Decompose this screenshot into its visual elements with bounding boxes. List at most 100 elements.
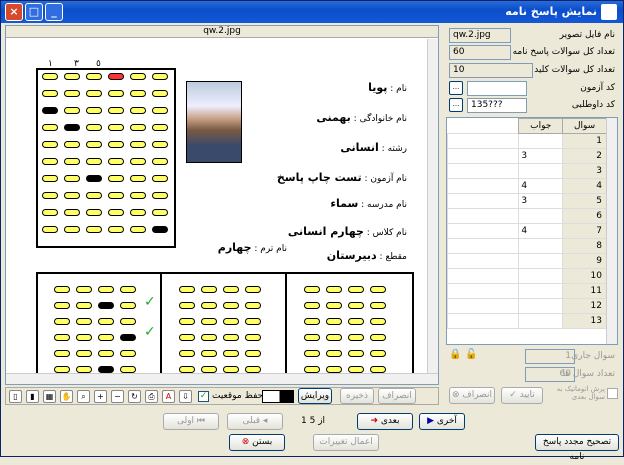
new-page-icon[interactable]: ▯ — [9, 390, 22, 403]
close-button[interactable]: × — [5, 3, 23, 21]
grid-row[interactable]: 8 — [447, 238, 607, 254]
answers-grid[interactable]: جواب سوال 1 3 2 3 4 4 3 5 6 4 7 8 9 10 11 12 13 — [446, 117, 618, 345]
hand-tool-icon[interactable]: ✋ — [60, 390, 73, 403]
grid-row[interactable]: 13 — [447, 313, 607, 329]
zoom-fit-icon[interactable]: ⌕ — [77, 390, 90, 403]
student-code-browse-button[interactable]: ... — [449, 98, 463, 112]
cancel-answer-button[interactable]: ⊗ انصراف — [449, 387, 495, 404]
grid-question-cell: 11 — [562, 283, 607, 299]
color-swatch[interactable] — [262, 390, 294, 403]
grid-row[interactable]: 6 — [447, 208, 607, 224]
grid-row[interactable]: 11 — [447, 283, 607, 299]
grid-answer-cell[interactable]: 4 — [518, 223, 564, 239]
code-bubble — [42, 107, 58, 114]
total-questions-input[interactable]: 60 — [449, 45, 511, 60]
answer-bubble — [245, 366, 261, 373]
unlock-icon[interactable]: 🔓 — [465, 349, 477, 361]
grid-question-cell: 10 — [562, 268, 607, 284]
auto-next-checkbox[interactable] — [607, 388, 618, 399]
grid-question-cell: 6 — [562, 208, 607, 224]
last-label: آخری — [436, 416, 457, 426]
grid-answer-cell[interactable] — [518, 163, 564, 179]
answer-bubble — [348, 286, 364, 293]
grid-answer-cell[interactable] — [518, 313, 564, 329]
grid-row[interactable]: 10 — [447, 268, 607, 284]
fit-page-icon[interactable]: ▮ — [26, 390, 39, 403]
code-bubble — [64, 192, 80, 199]
keep-position-checkbox[interactable]: ✓ — [198, 391, 209, 402]
answer-bubble — [76, 366, 92, 373]
zoom-out-icon[interactable]: − — [111, 390, 124, 403]
confirm-label: تایید — [519, 390, 535, 400]
grid-icon[interactable]: ▦ — [43, 390, 56, 403]
grid-blank-cell — [447, 163, 520, 179]
next-arrow-icon: ➜ — [370, 416, 379, 426]
first-button[interactable]: اولی ⏮ — [163, 413, 219, 430]
grid-row[interactable]: 3 — [447, 163, 607, 179]
edit-button[interactable]: ویرایش — [298, 388, 332, 404]
student-code-input[interactable]: 135??? — [467, 98, 527, 113]
pdf-icon[interactable]: A — [162, 390, 175, 403]
grid-row[interactable]: 47 — [447, 223, 607, 239]
lock-icon[interactable]: 🔒 — [449, 349, 461, 361]
answer-bubble — [201, 318, 217, 325]
grid-row[interactable]: 32 — [447, 148, 607, 164]
grid-answer-cell[interactable]: 3 — [518, 193, 564, 209]
grid-blank-cell — [447, 223, 520, 239]
grid-answer-cell[interactable] — [518, 133, 564, 149]
last-button[interactable]: ▶ آخری — [419, 413, 465, 430]
apply-changes-button[interactable]: اعمال تغییرات — [313, 434, 379, 451]
close-circle-icon: ⊗ — [241, 437, 250, 447]
answer-bubble — [120, 366, 136, 373]
answer-bubble — [54, 302, 70, 309]
grid-answer-cell[interactable] — [518, 268, 564, 284]
current-question-input[interactable]: 1 — [525, 349, 575, 364]
grid-answer-cell[interactable]: 3 — [518, 148, 564, 164]
image-viewer[interactable]: qw.2.jpg ١ ٣ ٥ نام : پویا نام خانوادگی :… — [5, 25, 439, 385]
minimize-button[interactable]: _ — [45, 3, 63, 21]
save-button[interactable]: ذخیره — [340, 388, 374, 404]
grid-scrollbar[interactable] — [606, 118, 617, 344]
cancel-answer-label: انصراف — [462, 390, 492, 400]
grid-row[interactable]: 35 — [447, 193, 607, 209]
grid-row[interactable]: 44 — [447, 178, 607, 194]
answer-bubble — [223, 366, 239, 373]
rescan-button[interactable]: تصحیح مجدد پاسخ نامه — [535, 434, 619, 462]
grid-answer-cell[interactable] — [518, 253, 564, 269]
key-questions-input[interactable]: 10 — [449, 63, 533, 78]
export-icon[interactable]: ⇩ — [179, 390, 192, 403]
zoom-in-icon[interactable]: + — [94, 390, 107, 403]
grid-answer-cell[interactable] — [518, 283, 564, 299]
answer-bubble — [98, 350, 114, 357]
image-vertical-scrollbar[interactable] — [427, 39, 438, 374]
grid-answer-cell[interactable]: 4 — [518, 178, 564, 194]
maximize-button[interactable]: □ — [25, 3, 43, 21]
grid-row[interactable]: 9 — [447, 253, 607, 269]
next-label: بعدی — [380, 416, 400, 426]
grid-row[interactable]: 12 — [447, 298, 607, 314]
grid-question-cell: 3 — [562, 163, 607, 179]
rotate-icon[interactable]: ↻ — [128, 390, 141, 403]
next-button[interactable]: ➜ بعدی — [357, 413, 413, 430]
answers-divider-2 — [285, 272, 287, 382]
grid-header-question: سوال — [562, 118, 607, 134]
close-dialog-button[interactable]: ⊗ بستن — [229, 434, 285, 451]
grid-answer-cell[interactable] — [518, 238, 564, 254]
print-icon[interactable]: ⎙ — [145, 390, 158, 403]
exam-code-browse-button[interactable]: ... — [449, 81, 463, 95]
auto-next-label: پرش اتوماتیک به سوال بعدی — [556, 385, 605, 401]
answer-bubble — [370, 334, 386, 341]
grid-answer-cell[interactable] — [518, 298, 564, 314]
answer-bubble — [245, 334, 261, 341]
image-file-input[interactable]: qw.2.jpg — [449, 28, 511, 43]
grid-answer-cell[interactable] — [518, 208, 564, 224]
previous-button[interactable]: قبلی ◂ — [227, 413, 283, 430]
grid-row[interactable]: 1 — [447, 133, 607, 149]
image-horizontal-scrollbar[interactable] — [6, 373, 438, 384]
field-label: رشته : — [381, 144, 407, 154]
answer-bubble — [179, 302, 195, 309]
exam-code-input[interactable] — [467, 81, 527, 96]
confirm-button[interactable]: ✓ تایید — [501, 387, 543, 404]
cancel-edit-button[interactable]: انصراف — [378, 388, 416, 404]
previous-label: قبلی — [242, 416, 261, 426]
